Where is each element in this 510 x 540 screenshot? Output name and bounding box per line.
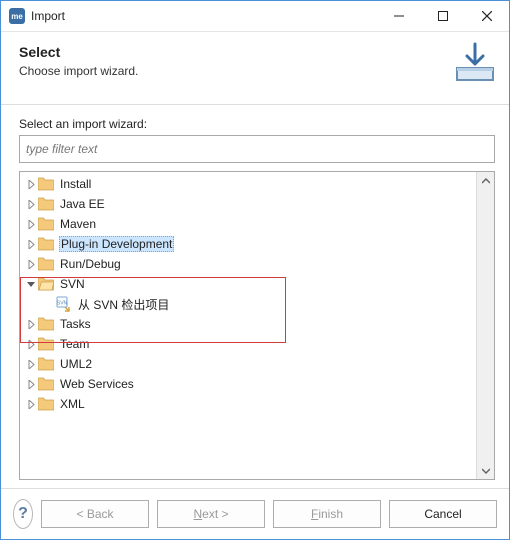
tree-item-label: Maven: [58, 217, 98, 231]
titlebar: me Import: [1, 1, 509, 32]
scroll-down-button[interactable]: [477, 462, 494, 479]
folder-icon: [38, 256, 54, 272]
import-banner-icon: [451, 38, 499, 89]
minimize-button[interactable]: [377, 1, 421, 31]
scroll-up-button[interactable]: [477, 172, 494, 189]
chevron-up-icon: [482, 177, 490, 185]
folder-icon: [38, 316, 54, 332]
window-title: Import: [31, 9, 65, 23]
folder-icon: [38, 236, 54, 252]
scroll-track[interactable]: [477, 189, 494, 462]
back-label: < Back: [76, 507, 113, 521]
tree-item-label: UML2: [58, 357, 94, 371]
minimize-icon: [394, 11, 404, 21]
tree-item-label: Install: [58, 177, 93, 191]
expander-closed-icon[interactable]: [24, 377, 38, 391]
chevron-down-icon: [482, 467, 490, 475]
expander-closed-icon[interactable]: [24, 397, 38, 411]
expander-closed-icon[interactable]: [24, 237, 38, 251]
cancel-label: Cancel: [424, 507, 461, 521]
folder-icon: [38, 176, 54, 192]
folder-icon: [38, 356, 54, 372]
help-icon: ?: [18, 505, 28, 523]
expander-closed-icon[interactable]: [24, 337, 38, 351]
expander-closed-icon[interactable]: [24, 177, 38, 191]
tree-item[interactable]: Plug-in Development: [20, 234, 476, 254]
tree-item[interactable]: Tasks: [20, 314, 476, 334]
folder-icon: [38, 196, 54, 212]
svn-checkout-icon: SVN: [56, 296, 72, 312]
expander-open-icon[interactable]: [24, 277, 38, 291]
tree-item[interactable]: SVN 从 SVN 检出项目: [20, 294, 476, 314]
folder-icon: [38, 336, 54, 352]
folder-open-icon: [38, 276, 54, 292]
expander-closed-icon[interactable]: [24, 197, 38, 211]
expander-closed-icon[interactable]: [24, 317, 38, 331]
page-subtitle: Choose import wizard.: [19, 64, 493, 78]
tree-item[interactable]: Java EE: [20, 194, 476, 214]
folder-icon: [38, 376, 54, 392]
tree-item-label: Java EE: [58, 197, 107, 211]
tree-item[interactable]: UML2: [20, 354, 476, 374]
expander-closed-icon[interactable]: [24, 257, 38, 271]
tree-item[interactable]: Team: [20, 334, 476, 354]
button-bar: ? < Back Next > Finish Cancel: [1, 488, 509, 539]
folder-icon: [38, 216, 54, 232]
tree-item[interactable]: Run/Debug: [20, 254, 476, 274]
page-title: Select: [19, 44, 493, 60]
close-button[interactable]: [465, 1, 509, 31]
wizard-tree-container: Install Java EE Maven Plug-in Development Ru…: [19, 171, 495, 480]
tree-item-label: SVN: [58, 277, 87, 291]
tree-item-label: Run/Debug: [58, 257, 123, 271]
cancel-button[interactable]: Cancel: [389, 500, 497, 528]
svg-text:SVN: SVN: [57, 301, 68, 307]
maximize-icon: [438, 11, 448, 21]
tree-item[interactable]: Install: [20, 174, 476, 194]
expander-closed-icon[interactable]: [24, 217, 38, 231]
back-button[interactable]: < Back: [41, 500, 149, 528]
tree-item-label: Plug-in Development: [59, 236, 174, 252]
tree-item-label: Team: [58, 337, 91, 351]
scrollbar-vertical[interactable]: [476, 172, 494, 479]
import-dialog: me Import Select Choose import wizard. S…: [0, 0, 510, 540]
help-button[interactable]: ?: [13, 499, 33, 529]
tree-item[interactable]: Maven: [20, 214, 476, 234]
select-wizard-label: Select an import wizard:: [19, 117, 495, 131]
app-icon: me: [9, 8, 25, 24]
next-label: Next >: [193, 507, 228, 521]
expander-closed-icon[interactable]: [24, 357, 38, 371]
maximize-button[interactable]: [421, 1, 465, 31]
tree-item[interactable]: Web Services: [20, 374, 476, 394]
wizard-header: Select Choose import wizard.: [1, 32, 509, 105]
close-icon: [482, 11, 492, 21]
finish-label: Finish: [311, 507, 343, 521]
tree-item-label: Web Services: [58, 377, 136, 391]
wizard-tree[interactable]: Install Java EE Maven Plug-in Development Ru…: [20, 172, 476, 479]
folder-icon: [38, 396, 54, 412]
next-button[interactable]: Next >: [157, 500, 265, 528]
tree-item-label: 从 SVN 检出项目: [76, 296, 171, 313]
wizard-body: Select an import wizard: Install Java EE M…: [1, 105, 509, 488]
tree-item[interactable]: SVN: [20, 274, 476, 294]
tree-item-label: Tasks: [58, 317, 93, 331]
filter-input[interactable]: [19, 135, 495, 163]
tree-item[interactable]: XML: [20, 394, 476, 414]
finish-button[interactable]: Finish: [273, 500, 381, 528]
tree-item-label: XML: [58, 397, 87, 411]
